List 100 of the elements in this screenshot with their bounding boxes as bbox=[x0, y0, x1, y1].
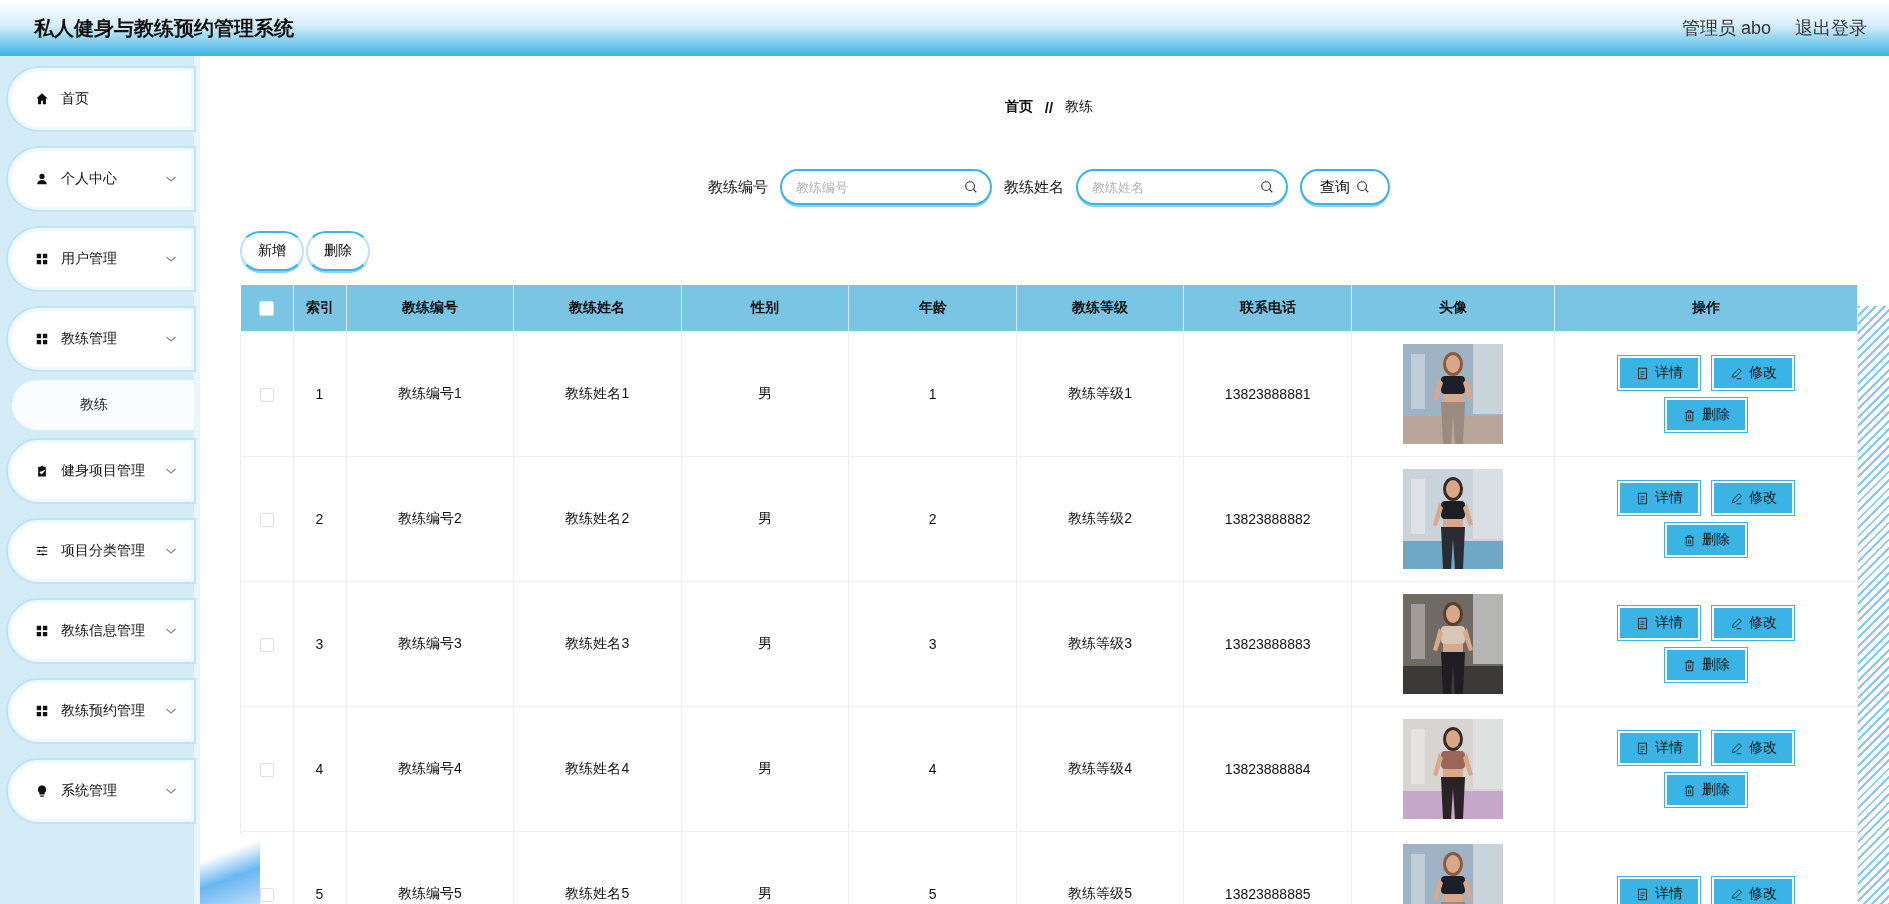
table-cell: 教练编号4 bbox=[397, 760, 462, 776]
breadcrumb-item: 教练 bbox=[1065, 98, 1094, 116]
column-header: 头像 bbox=[1439, 299, 1467, 315]
table-cell: 教练编号3 bbox=[397, 635, 462, 651]
pencil-icon bbox=[1729, 491, 1743, 505]
delete-button[interactable]: 删除 bbox=[306, 231, 370, 271]
home-icon bbox=[35, 92, 49, 106]
bulb-icon bbox=[35, 784, 49, 798]
document-icon bbox=[1635, 741, 1649, 755]
table-cell: 教练等级5 bbox=[1068, 885, 1132, 901]
column-header: 操作 bbox=[1692, 299, 1720, 315]
table-cell: 教练编号2 bbox=[397, 510, 462, 526]
document-icon bbox=[1635, 616, 1649, 630]
table-cell: 13823888883 bbox=[1224, 636, 1311, 652]
table-cell: 3 bbox=[928, 636, 937, 652]
user-icon bbox=[35, 172, 49, 186]
logout-link[interactable]: 退出登录 bbox=[1795, 16, 1867, 40]
search-field[interactable]: 教练姓名 bbox=[1076, 169, 1288, 205]
detail-button[interactable]: 详情 bbox=[1618, 481, 1700, 515]
row-checkbox[interactable] bbox=[259, 638, 274, 653]
detail-button[interactable]: 详情 bbox=[1618, 356, 1700, 390]
submenu-item[interactable]: 教练 bbox=[12, 380, 194, 430]
detail-button[interactable]: 详情 bbox=[1618, 731, 1700, 765]
table-cell: 教练姓名3 bbox=[565, 635, 630, 651]
table-cell: 4 bbox=[928, 761, 937, 777]
column-header: 联系电话 bbox=[1239, 299, 1296, 315]
table-cell: 2 bbox=[315, 511, 324, 527]
pencil-icon bbox=[1729, 741, 1743, 755]
select-all-checkbox[interactable] bbox=[259, 301, 274, 317]
table-cell: 教练等级2 bbox=[1068, 510, 1132, 526]
table-cell: 男 bbox=[757, 760, 772, 776]
edit-button[interactable]: 修改 bbox=[1712, 356, 1794, 390]
table-cell: 教练编号5 bbox=[397, 885, 462, 901]
document-icon bbox=[1635, 366, 1649, 380]
search-field[interactable]: 教练编号 bbox=[780, 169, 992, 205]
add-button[interactable]: 新增 bbox=[240, 231, 304, 271]
sidebar-item[interactable]: 教练管理 bbox=[8, 308, 194, 370]
delete-button[interactable]: 删除 bbox=[1665, 398, 1747, 432]
table-cell: 5 bbox=[928, 886, 937, 902]
edit-button[interactable]: 修改 bbox=[1712, 731, 1794, 765]
column-header: 教练姓名 bbox=[569, 299, 626, 315]
table-cell: 教练等级1 bbox=[1068, 385, 1132, 401]
sidebar-item[interactable]: 系统管理 bbox=[8, 760, 194, 822]
table-cell: 1 bbox=[928, 386, 937, 402]
field-label: 教练姓名 bbox=[1004, 177, 1064, 197]
trash-icon bbox=[1682, 658, 1696, 672]
delete-button[interactable]: 删除 bbox=[1665, 773, 1747, 807]
detail-button[interactable]: 详情 bbox=[1618, 877, 1700, 904]
search-icon bbox=[1356, 180, 1370, 194]
table-cell: 教练姓名1 bbox=[565, 385, 630, 401]
row-checkbox[interactable] bbox=[259, 513, 274, 528]
grid-icon bbox=[35, 624, 49, 638]
grid-icon bbox=[35, 252, 49, 266]
table-cell: 男 bbox=[757, 635, 772, 651]
sidebar-item[interactable]: 用户管理 bbox=[8, 228, 194, 290]
sidebar-item[interactable]: 健身项目管理 bbox=[8, 440, 194, 502]
column-header: 教练编号 bbox=[401, 299, 458, 315]
search-button[interactable]: 查询 bbox=[1300, 169, 1390, 205]
table-cell: 5 bbox=[315, 886, 324, 902]
column-header: 性别 bbox=[750, 299, 779, 315]
edit-button[interactable]: 修改 bbox=[1712, 481, 1794, 515]
trash-icon bbox=[1682, 533, 1696, 547]
detail-button[interactable]: 详情 bbox=[1618, 606, 1700, 640]
wave-decoration bbox=[200, 834, 260, 904]
table-cell: 男 bbox=[757, 385, 772, 401]
admin-name: 管理员 abo bbox=[1681, 17, 1771, 40]
grid-icon bbox=[35, 704, 49, 718]
table-cell: 4 bbox=[315, 761, 324, 777]
delete-button[interactable]: 删除 bbox=[1665, 648, 1747, 682]
pencil-icon bbox=[1729, 616, 1743, 630]
table-cell: 教练姓名5 bbox=[565, 885, 630, 901]
pencil-icon bbox=[1729, 887, 1743, 901]
edit-button[interactable]: 修改 bbox=[1712, 877, 1794, 904]
row-checkbox[interactable] bbox=[259, 388, 274, 403]
row-checkbox[interactable] bbox=[259, 763, 274, 778]
column-header: 教练等级 bbox=[1072, 299, 1129, 315]
sidebar-item[interactable]: 项目分类管理 bbox=[8, 520, 194, 582]
grid-icon bbox=[35, 332, 49, 346]
search-icon bbox=[964, 180, 978, 194]
table-cell: 13823888885 bbox=[1224, 886, 1311, 902]
table-cell: 教练等级4 bbox=[1068, 760, 1132, 776]
edit-button[interactable]: 修改 bbox=[1712, 606, 1794, 640]
field-label: 教练编号 bbox=[708, 177, 768, 197]
sidebar-item[interactable]: 教练预约管理 bbox=[8, 680, 194, 742]
sidebar-item[interactable]: 首页 bbox=[8, 68, 194, 130]
sidebar-item[interactable]: 个人中心 bbox=[8, 148, 194, 210]
delete-button[interactable]: 删除 bbox=[1665, 523, 1747, 557]
breadcrumb-separator: // bbox=[1044, 98, 1054, 116]
sidebar-item[interactable]: 教练信息管理 bbox=[8, 600, 194, 662]
app-title: 私人健身与教练预约管理系统 bbox=[34, 15, 294, 41]
breadcrumb-item[interactable]: 首页 bbox=[1004, 98, 1033, 116]
table-cell: 教练等级3 bbox=[1068, 635, 1132, 651]
document-icon bbox=[1635, 491, 1649, 505]
table-cell: 13823888882 bbox=[1224, 511, 1311, 527]
sliders-icon bbox=[35, 544, 49, 558]
table-cell: 教练编号1 bbox=[397, 385, 462, 401]
search-icon bbox=[1260, 180, 1274, 194]
table-cell: 男 bbox=[757, 885, 772, 901]
clipboard-icon bbox=[35, 464, 49, 478]
table-cell: 教练姓名2 bbox=[565, 510, 630, 526]
